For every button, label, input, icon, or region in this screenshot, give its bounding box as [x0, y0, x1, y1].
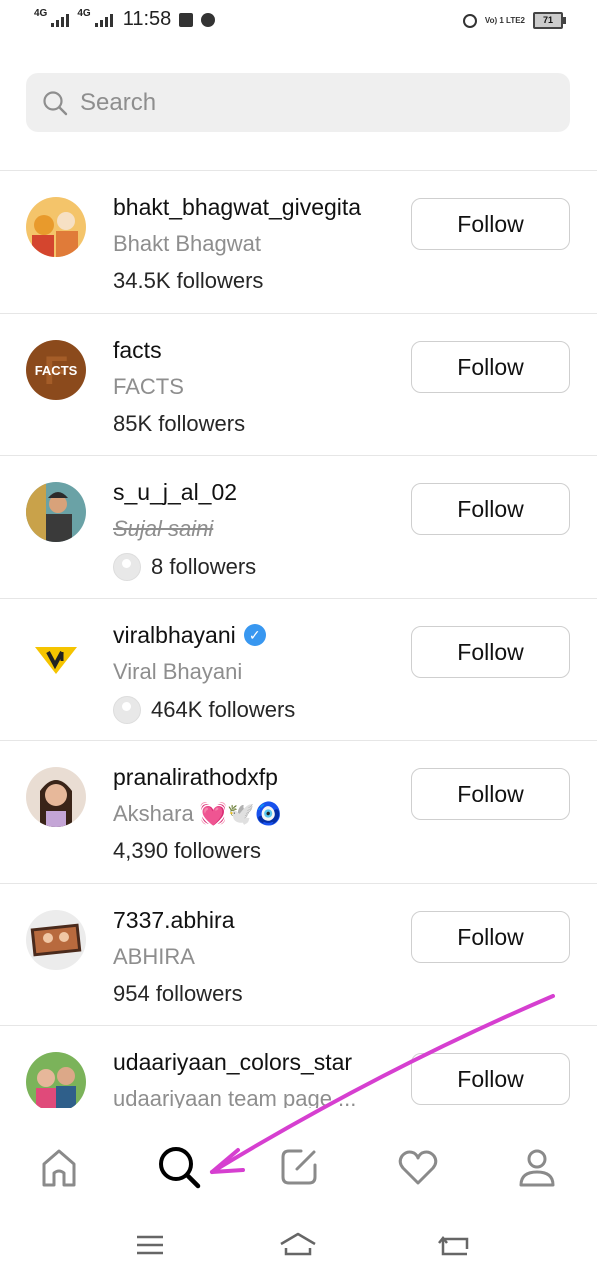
- signal-icon: [51, 13, 70, 27]
- nav-home[interactable]: [34, 1142, 84, 1192]
- follower-count-text: 4,390 followers: [113, 838, 261, 863]
- follower-count: 8 followers: [113, 553, 256, 581]
- follower-count: 464K followers: [113, 695, 296, 724]
- follower-count: 954 followers: [113, 981, 243, 1007]
- new-post-icon: [281, 1149, 317, 1185]
- battery-icon: 71: [533, 12, 566, 29]
- follower-count-text: 954 followers: [113, 980, 243, 1006]
- network-type-2: 4G: [77, 8, 91, 19]
- username-text: viralbhayani: [113, 621, 236, 648]
- follow-button[interactable]: Follow: [411, 768, 570, 820]
- heart-icon: [398, 1150, 438, 1185]
- nav-profile[interactable]: [512, 1142, 562, 1192]
- follow-button[interactable]: Follow: [411, 198, 570, 250]
- username: facts: [113, 336, 162, 363]
- follow-button[interactable]: Follow: [411, 910, 570, 963]
- full-name: Bhakt Bhagwat: [113, 231, 261, 256]
- bottom-navigation: [0, 1130, 597, 1200]
- home-icon: [42, 1149, 76, 1187]
- full-name: Sujal saini: [113, 516, 214, 541]
- nav-new-post[interactable]: [274, 1142, 324, 1192]
- username: bhakt_bhagwat_givegita: [113, 194, 362, 220]
- list-item[interactable]: s_u_j_al_02 Sujal saini 8 followers Foll…: [0, 455, 597, 598]
- avatar: F FACTS: [26, 339, 86, 400]
- menu-icon: [137, 1235, 163, 1255]
- follow-button[interactable]: Follow: [411, 340, 570, 393]
- username: udaariyaan_colors_star: [113, 1049, 353, 1075]
- system-back-button[interactable]: [435, 1230, 475, 1260]
- alarm-icon: [462, 13, 477, 28]
- network-type-1: 4G: [34, 8, 48, 19]
- full-name: FACTS: [113, 373, 184, 399]
- avatar: [26, 482, 86, 542]
- full-name: Akshara 💓🕊️🧿: [113, 801, 282, 826]
- nav-activity[interactable]: [393, 1142, 443, 1192]
- username: s_u_j_al_02: [113, 479, 238, 505]
- signal-icon: [94, 13, 113, 27]
- search-placeholder: Search: [80, 89, 157, 116]
- follow-button[interactable]: Follow: [411, 1053, 570, 1105]
- follower-count-text: 85K followers: [113, 410, 246, 436]
- status-right: Vo) 1 LTE2 71: [462, 12, 566, 29]
- full-name: Viral Bhayani: [113, 658, 243, 684]
- follow-button[interactable]: Follow: [411, 625, 570, 678]
- list-item[interactable]: F FACTS facts FACTS 85K followers Follow: [0, 312, 597, 456]
- avatar: [26, 624, 86, 685]
- avatar: [26, 767, 86, 827]
- full-name: ABHIRA: [113, 943, 195, 969]
- search-results-list: bhakt_bhagwat_givegita Bhakt Bhagwat 34.…: [0, 170, 597, 1108]
- list-item[interactable]: udaariyaan_colors_star udaariyaan team p…: [0, 1025, 597, 1108]
- username: pranalirathodxfp: [113, 764, 278, 790]
- search-input[interactable]: Search: [26, 73, 570, 132]
- status-left: 4G 4G 11:58: [34, 8, 216, 31]
- list-item[interactable]: pranalirathodxfp Akshara 💓🕊️🧿 4,390 foll…: [0, 740, 597, 883]
- system-home-button[interactable]: [278, 1230, 318, 1260]
- username: 7337.abhira: [113, 906, 235, 933]
- mutual-follower-avatar: [113, 695, 141, 724]
- system-navigation-bar: [0, 1212, 597, 1280]
- verified-badge-icon: ✓: [243, 624, 266, 646]
- search-icon: [43, 91, 68, 116]
- username: viralbhayani ✓: [113, 622, 266, 649]
- home-outline-icon: [280, 1232, 316, 1256]
- system-menu-button[interactable]: [130, 1230, 170, 1260]
- follower-count: 85K followers: [113, 411, 245, 437]
- profile-icon: [519, 1149, 555, 1187]
- email-notification-icon: [179, 12, 194, 27]
- follower-count: 4,390 followers: [113, 838, 261, 864]
- mutual-follower-avatar: [113, 553, 141, 581]
- avatar: [26, 909, 86, 970]
- list-item[interactable]: bhakt_bhagwat_givegita Bhakt Bhagwat 34.…: [0, 170, 597, 313]
- follower-count-text: 34.5K followers: [113, 268, 264, 293]
- follower-count: 34.5K followers: [113, 268, 263, 294]
- list-item[interactable]: viralbhayani ✓ Viral Bhayani 464K follow…: [0, 597, 597, 741]
- back-icon: [438, 1235, 469, 1256]
- search-icon: [159, 1147, 201, 1189]
- follower-count-text: 464K followers: [151, 696, 296, 722]
- follower-count-text: 8 followers: [151, 554, 257, 579]
- clock: 11:58: [122, 8, 172, 30]
- nav-search[interactable]: [154, 1142, 204, 1192]
- follow-button[interactable]: Follow: [411, 483, 570, 535]
- list-item[interactable]: 7337.abhira ABHIRA 954 followers Follow: [0, 882, 597, 1026]
- avatar: [26, 197, 86, 257]
- volte-indicator: Vo) 1 LTE2: [484, 15, 525, 25]
- avatar-logo-text: FACTS: [35, 363, 78, 378]
- full-name: udaariyaan team page ...: [113, 1086, 357, 1108]
- status-bar: 4G 4G 11:58 Vo) 1 LTE2 71: [0, 0, 597, 46]
- telegram-notification-icon: [201, 12, 216, 27]
- avatar: [26, 1052, 86, 1108]
